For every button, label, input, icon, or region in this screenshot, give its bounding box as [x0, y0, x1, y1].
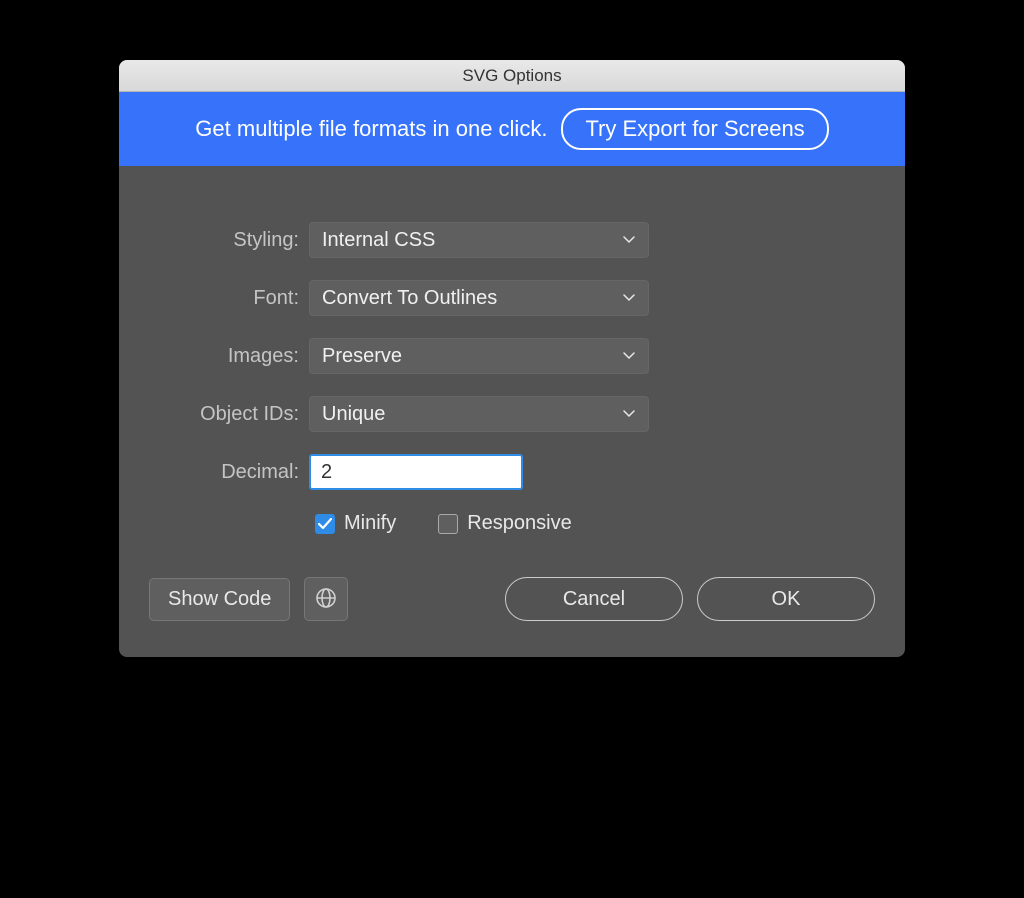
decimal-input[interactable] [309, 454, 523, 490]
font-dropdown[interactable]: Convert To Outlines [309, 280, 649, 316]
chevron-down-icon [622, 291, 636, 305]
object-ids-dropdown[interactable]: Unique [309, 396, 649, 432]
styling-value: Internal CSS [322, 229, 435, 252]
minify-checkbox[interactable] [315, 514, 335, 534]
decimal-row: Decimal: [149, 454, 875, 490]
images-dropdown[interactable]: Preserve [309, 338, 649, 374]
object-ids-label: Object IDs: [149, 403, 309, 426]
decimal-label: Decimal: [149, 461, 309, 484]
checkbox-row: Minify Responsive [315, 512, 875, 535]
globe-icon [315, 587, 337, 612]
web-preview-button[interactable] [304, 577, 348, 621]
object-ids-row: Object IDs: Unique [149, 396, 875, 432]
show-code-button[interactable]: Show Code [149, 578, 290, 621]
minify-label: Minify [344, 512, 396, 535]
banner-text: Get multiple file formats in one click. [195, 116, 547, 142]
dialog-content: Styling: Internal CSS Font: Convert To O… [119, 166, 905, 657]
button-row: Show Code Cancel OK [149, 577, 875, 621]
object-ids-value: Unique [322, 403, 385, 426]
styling-label: Styling: [149, 229, 309, 252]
responsive-label: Responsive [467, 512, 572, 535]
styling-row: Styling: Internal CSS [149, 222, 875, 258]
chevron-down-icon [622, 233, 636, 247]
svg-options-dialog: SVG Options Get multiple file formats in… [119, 60, 905, 657]
dialog-title: SVG Options [462, 66, 561, 86]
responsive-checkbox-group: Responsive [438, 512, 572, 535]
responsive-checkbox[interactable] [438, 514, 458, 534]
minify-checkbox-group: Minify [315, 512, 396, 535]
font-label: Font: [149, 287, 309, 310]
cancel-button[interactable]: Cancel [505, 577, 683, 621]
styling-dropdown[interactable]: Internal CSS [309, 222, 649, 258]
images-value: Preserve [322, 345, 402, 368]
font-value: Convert To Outlines [322, 287, 497, 310]
chevron-down-icon [622, 407, 636, 421]
chevron-down-icon [622, 349, 636, 363]
ok-button[interactable]: OK [697, 577, 875, 621]
images-label: Images: [149, 345, 309, 368]
try-export-button[interactable]: Try Export for Screens [561, 108, 828, 150]
images-row: Images: Preserve [149, 338, 875, 374]
font-row: Font: Convert To Outlines [149, 280, 875, 316]
promo-banner: Get multiple file formats in one click. … [119, 92, 905, 166]
titlebar: SVG Options [119, 60, 905, 92]
